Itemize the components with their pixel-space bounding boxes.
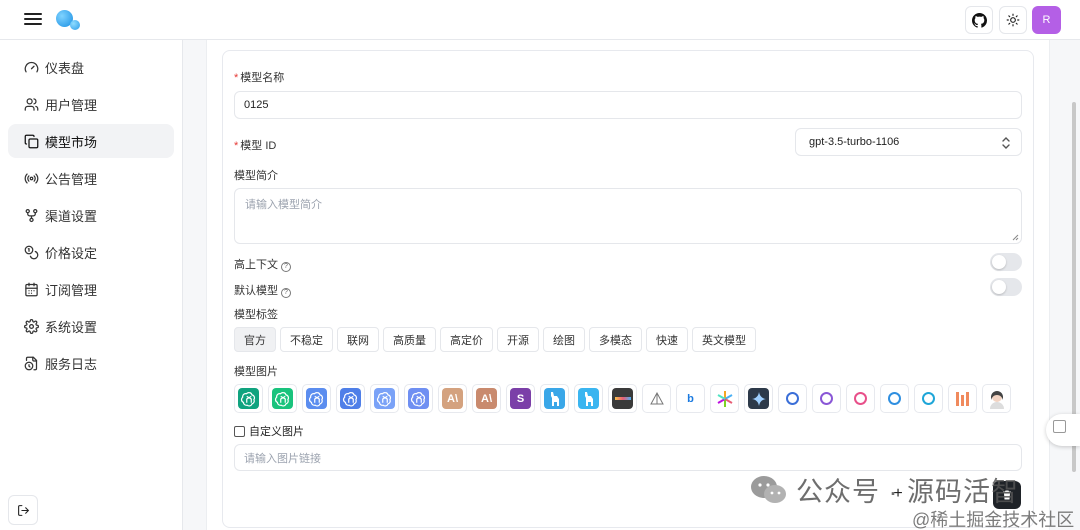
file-clock-icon <box>24 356 38 370</box>
gemini-dark-icon[interactable] <box>744 384 773 413</box>
user-avatar[interactable]: R <box>1032 6 1061 34</box>
sun-icon <box>1006 13 1020 27</box>
bing-icon[interactable]: b <box>676 384 705 413</box>
custom-image-label: 自定义图片 <box>249 426 304 438</box>
gauge-icon <box>24 61 39 72</box>
users-icon <box>24 97 39 111</box>
anthropic-dark-icon[interactable]: A\ <box>472 384 501 413</box>
model-images-grid: A\ A\ Sb <box>234 384 1011 413</box>
sidebar-item-label: 订阅管理 <box>45 282 98 298</box>
logout-button[interactable] <box>8 495 38 525</box>
plus-icon: + <box>893 485 903 502</box>
help-icon[interactable]: ? <box>281 288 291 298</box>
anthropic-icon[interactable]: A\ <box>438 384 467 413</box>
git-branch-icon <box>25 208 38 222</box>
help-icon[interactable]: ? <box>281 262 291 272</box>
portrait-icon[interactable] <box>982 384 1011 413</box>
delete-button[interactable] <box>993 481 1021 509</box>
custom-image-checkbox[interactable]: 自定义图片 <box>234 424 304 438</box>
openai-light-blue-icon[interactable] <box>370 384 399 413</box>
tag-chip[interactable]: 开源 <box>497 327 539 352</box>
chevron-up-down-icon <box>1002 137 1010 149</box>
blue-dot-icon[interactable] <box>846 384 875 413</box>
checkbox-box[interactable] <box>234 425 245 437</box>
broadcast-icon <box>24 172 39 184</box>
sidebar-item-label: 模型市场 <box>45 134 98 150</box>
app-logo[interactable] <box>56 10 82 32</box>
openai-periwinkle-icon[interactable] <box>404 384 433 413</box>
top-header: R <box>0 0 1080 40</box>
high-context-toggle[interactable] <box>990 253 1022 271</box>
purple-knot-icon[interactable] <box>812 384 841 413</box>
orange-bars-icon[interactable] <box>948 384 977 413</box>
add-button[interactable]: + <box>884 480 912 508</box>
openai-teal-icon[interactable] <box>268 384 297 413</box>
model-desc-label: 模型简介 <box>234 170 278 182</box>
blue-swirl-icon[interactable] <box>778 384 807 413</box>
tag-chip[interactable]: 快速 <box>646 327 688 352</box>
default-model-toggle[interactable] <box>990 278 1022 296</box>
default-model-label: 默认模型? <box>234 282 291 298</box>
tag-chip[interactable]: 联网 <box>337 327 379 352</box>
sidebar-item-label: 价格设定 <box>45 245 98 261</box>
sail-icon[interactable] <box>642 384 671 413</box>
custom-image-url-input[interactable]: 请输入图片链接 <box>234 444 1022 471</box>
tag-chip[interactable]: 英文模型 <box>692 327 756 352</box>
sidebar-item-dashboard[interactable]: 仪表盘 <box>8 50 174 84</box>
sidebar-item-users[interactable]: 用户管理 <box>8 87 174 121</box>
sidebar-item-label: 服务日志 <box>45 356 98 372</box>
purple-s-icon[interactable]: S <box>506 384 535 413</box>
openai-blue-2-icon[interactable] <box>336 384 365 413</box>
sidebar-item-subscriptions[interactable]: 订阅管理 <box>8 272 174 306</box>
sidebar-item-label: 用户管理 <box>45 97 98 113</box>
llama-light-blue-icon[interactable] <box>574 384 603 413</box>
openai-green-icon[interactable] <box>234 384 263 413</box>
high-context-label: 高上下文? <box>234 256 291 272</box>
calendar-icon <box>25 282 38 296</box>
blue-ring-icon[interactable] <box>914 384 943 413</box>
tag-chip[interactable]: 绘图 <box>543 327 585 352</box>
theme-toggle-button[interactable] <box>999 6 1027 34</box>
logout-icon <box>17 504 29 516</box>
model-name-input[interactable]: 0125 <box>234 91 1022 119</box>
github-icon <box>971 12 987 28</box>
coins-icon <box>24 245 39 259</box>
sidebar-item-system-settings[interactable]: 系统设置 <box>8 309 174 343</box>
sidebar-item-pricing[interactable]: 价格设定 <box>8 235 174 269</box>
tag-chip[interactable]: 多模态 <box>589 327 642 352</box>
tag-chip[interactable]: 高质量 <box>383 327 436 352</box>
sidebar-item-channels[interactable]: 渠道设置 <box>8 198 174 232</box>
sidebar-item-label: 渠道设置 <box>45 208 98 224</box>
model-tags-label: 模型标签 <box>234 309 278 321</box>
floating-widget[interactable] <box>1046 414 1080 446</box>
model-id-select[interactable]: gpt-3.5-turbo-1106 <box>795 128 1022 156</box>
github-button[interactable] <box>965 6 993 34</box>
model-name-label: * 模型名称 <box>234 72 285 84</box>
sidebar-item-label: 公告管理 <box>45 171 98 187</box>
sidebar-item-label: 仪表盘 <box>45 60 85 76</box>
trash-icon <box>1003 490 1011 500</box>
pinwheel-icon[interactable] <box>710 384 739 413</box>
sidebar-item-service-logs[interactable]: 服务日志 <box>8 346 174 380</box>
dark-bar-icon[interactable] <box>608 384 637 413</box>
blue-moon-icon[interactable] <box>880 384 909 413</box>
sidebar-item-model-market[interactable]: 模型市场 <box>8 124 174 158</box>
settings-icon <box>24 318 39 334</box>
model-desc-textarea[interactable]: 请输入模型简介 <box>234 188 1022 244</box>
sidebar-item-announcements[interactable]: 公告管理 <box>8 161 174 195</box>
llama-blue-icon[interactable] <box>540 384 569 413</box>
copy-icon <box>24 134 39 148</box>
resize-handle-icon[interactable] <box>1012 234 1019 241</box>
sidebar: 仪表盘 用户管理 模型市场 公告管理 渠道设置 价格设定 订阅管理 系统设置 服… <box>0 40 183 530</box>
openai-blue-icon[interactable] <box>302 384 331 413</box>
sidebar-item-label: 系统设置 <box>45 319 98 335</box>
tag-chip[interactable]: 不稳定 <box>280 327 333 352</box>
model-id-label: * 模型 ID <box>234 140 277 152</box>
tag-chip[interactable]: 官方 <box>234 327 276 352</box>
broken-image-icon <box>1053 420 1066 433</box>
tag-chip[interactable]: 高定价 <box>440 327 493 352</box>
model-images-label: 模型图片 <box>234 366 278 378</box>
hamburger-icon[interactable] <box>24 11 42 27</box>
model-tags-group: 官方 不稳定 联网 高质量 高定价 开源 绘图 多模态 快速 英文模型 <box>234 327 756 352</box>
